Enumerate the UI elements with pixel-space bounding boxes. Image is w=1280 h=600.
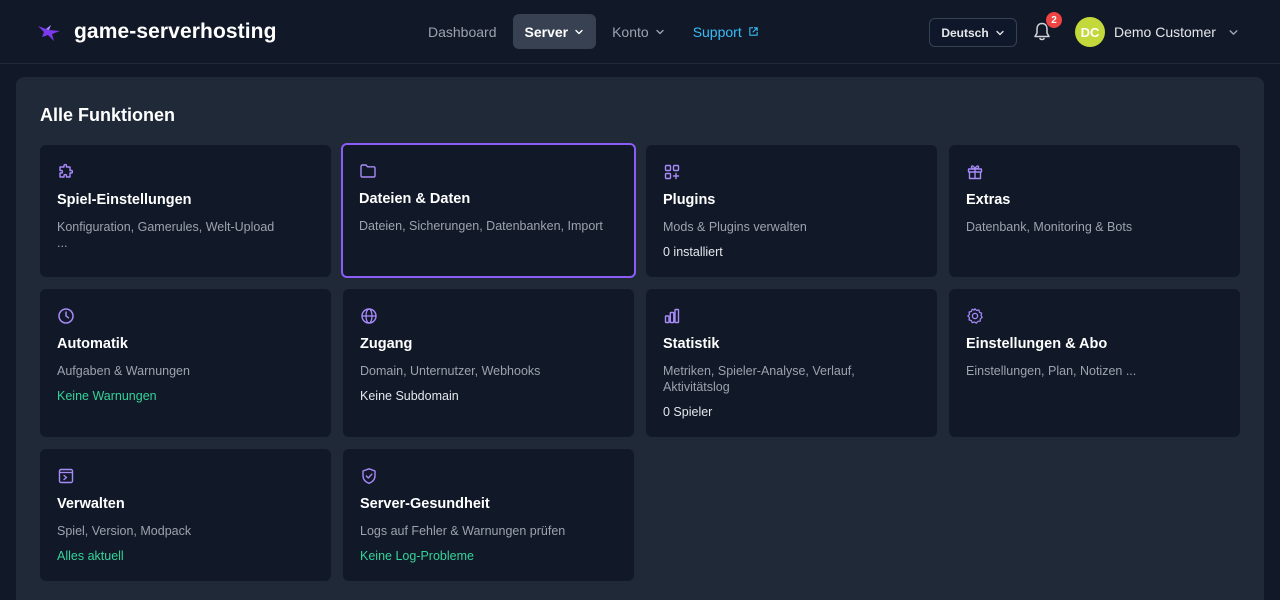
main-nav: Dashboard Server Konto Support (416, 14, 775, 49)
bar-chart-icon (664, 308, 680, 324)
page-title: Alle Funktionen (40, 105, 175, 125)
card-zugang[interactable]: Zugang Domain, Unternutzer, Webhooks Kei… (343, 289, 634, 437)
dragon-logo-icon (38, 25, 60, 41)
card-title: Verwalten (57, 496, 125, 512)
card-plugins[interactable]: Plugins Mods & Plugins verwalten 0 insta… (646, 145, 937, 277)
avatar[interactable]: DC (1075, 17, 1105, 47)
card-description: Logs auf Fehler & Warnungen prüfen (360, 524, 566, 538)
card-title: Automatik (57, 336, 128, 352)
card-description: Metriken, Spieler-Analyse, Verlauf, Akti… (663, 364, 855, 394)
chevron-down-icon (655, 29, 664, 34)
brand-name: game-serverhosting (74, 20, 277, 43)
card-einstellungen-abo[interactable]: Einstellungen & Abo Einstellungen, Plan,… (949, 289, 1240, 437)
card-title: Spiel-Einstellungen (57, 192, 192, 208)
nav-server[interactable]: Server (512, 14, 597, 49)
notification-badge: 2 (1046, 12, 1062, 28)
card-title: Server-Gesundheit (360, 496, 490, 512)
card-status: 0 Spieler (663, 405, 713, 419)
folder-icon (360, 164, 376, 178)
nav-dashboard-label: Dashboard (428, 23, 497, 40)
card-title: Einstellungen & Abo (966, 336, 1108, 352)
globe-icon (361, 308, 377, 324)
card-statistik[interactable]: Statistik Metriken, Spieler-Analyse, Ver… (646, 289, 937, 437)
card-title: Extras (966, 192, 1011, 208)
card-description: Konfiguration, Gamerules, Welt-Upload ..… (57, 220, 275, 250)
card-description: Domain, Unternutzer, Webhooks (360, 364, 541, 378)
card-status: Alles aktuell (57, 549, 124, 563)
card-description: Aufgaben & Warnungen (57, 364, 190, 378)
brand[interactable]: game-serverhosting (36, 18, 277, 46)
card-description: Datenbank, Monitoring & Bots (966, 220, 1133, 234)
user-name[interactable]: Demo Customer (1114, 24, 1216, 40)
nav-server-label: Server (524, 23, 569, 40)
card-description: Mods & Plugins verwalten (663, 220, 807, 234)
card-description: Einstellungen, Plan, Notizen ... (966, 364, 1137, 378)
clock-icon (58, 308, 74, 324)
gift-icon (967, 165, 983, 180)
card-title: Zugang (360, 336, 413, 352)
functions-panel: Alle Funktionen Spiel-Einstellungen Konf… (16, 77, 1264, 600)
gear-icon (967, 308, 983, 324)
card-description: Spiel, Version, Modpack (57, 524, 192, 538)
apps-add-icon (664, 164, 680, 180)
nav-support-label: Support (692, 23, 742, 40)
card-server-gesundheit[interactable]: Server-Gesundheit Logs auf Fehler & Warn… (343, 449, 634, 581)
puzzle-icon (59, 163, 74, 178)
nav-dashboard[interactable]: Dashboard (416, 14, 509, 49)
top-navigation-bar: game-serverhosting Dashboard Server Kont… (0, 0, 1280, 64)
nav-konto-label: Konto (612, 23, 649, 40)
external-link-icon (749, 27, 758, 36)
card-spiel-einstellungen[interactable]: Spiel-Einstellungen Konfiguration, Gamer… (40, 145, 331, 277)
terminal-window-icon (58, 468, 74, 484)
card-automatik[interactable]: Automatik Aufgaben & Warnungen Keine War… (40, 289, 331, 437)
nav-support[interactable]: Support (681, 14, 771, 49)
card-title: Statistik (663, 336, 720, 352)
nav-konto[interactable]: Konto (600, 14, 677, 49)
card-verwalten[interactable]: Verwalten Spiel, Version, Modpack Alles … (40, 449, 331, 581)
chevron-down-icon (575, 29, 583, 34)
card-status: Keine Subdomain (360, 389, 459, 403)
card-description: Dateien, Sicherungen, Datenbanken, Impor… (359, 219, 603, 233)
card-status: Keine Log-Probleme (360, 549, 474, 563)
card-dateien-daten[interactable]: Dateien & Daten Dateien, Sicherungen, Da… (341, 143, 636, 278)
chevron-down-icon[interactable] (1228, 27, 1239, 38)
shield-check-icon (362, 468, 376, 484)
card-title: Dateien & Daten (359, 191, 471, 207)
card-extras[interactable]: Extras Datenbank, Monitoring & Bots (949, 145, 1240, 277)
chevron-down-icon (996, 30, 1004, 35)
card-status: 0 installiert (663, 245, 723, 259)
language-select[interactable]: Deutsch (929, 18, 1017, 47)
card-title: Plugins (663, 192, 716, 208)
card-status: Keine Warnungen (57, 389, 157, 403)
language-label: Deutsch (941, 25, 989, 40)
